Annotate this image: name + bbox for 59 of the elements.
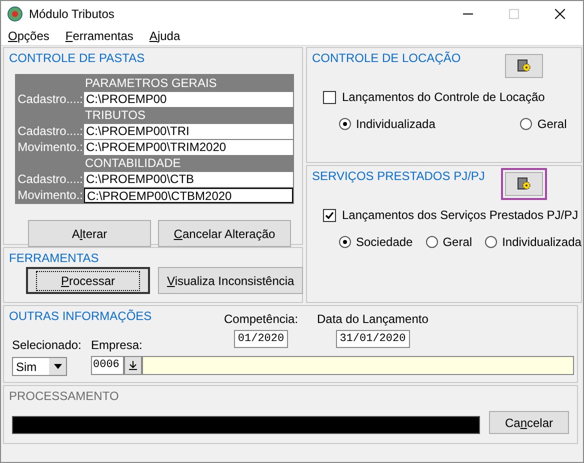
group-heading: PARAMETROS GERAIS — [84, 75, 218, 91]
menu-item[interactable]: Ajuda — [149, 26, 180, 44]
download-button[interactable] — [124, 356, 142, 375]
field-label: Movimento.: — [16, 187, 84, 203]
menu-item[interactable]: Ferramentas — [65, 26, 134, 44]
radio-button[interactable] — [339, 236, 351, 248]
path-field[interactable]: C:\PROEMP00\CTB — [84, 172, 293, 186]
close-icon — [555, 8, 565, 18]
radio-label: Geral — [537, 116, 567, 133]
cancel-button[interactable]: Cancelar — [489, 411, 569, 434]
checkbox[interactable] — [323, 90, 336, 104]
date-field[interactable]: 31/01/2020 — [336, 330, 410, 348]
section-title: FERRAMENTAS — [9, 250, 99, 267]
tool-action-button[interactable]: Visualiza Inconsistência — [158, 267, 304, 294]
section-title: SERVIÇOS PRESTADOS PJ/PJ — [312, 168, 485, 185]
date-field[interactable]: 01/2020 — [234, 330, 288, 348]
path-field[interactable]: C:\PROEMP00\TRIM2020 — [84, 140, 293, 154]
company-code-field[interactable]: 0006 — [91, 356, 124, 375]
app-icon — [7, 6, 23, 22]
field-label: Cadastro....: — [16, 123, 84, 139]
path-field[interactable]: C:\PROEMP00 — [84, 92, 293, 106]
menu-item[interactable]: Opções — [8, 26, 50, 44]
cancel-alter-button[interactable]: Cancelar Alteração — [158, 220, 291, 247]
section-title: OUTRAS INFORMAÇÕES — [9, 308, 152, 325]
window-title: Módulo Tributos — [29, 6, 114, 22]
radio-button[interactable] — [520, 118, 532, 130]
checkbox-label: Lançamentos do Controle de Locação — [342, 89, 545, 106]
radio-label: Individualizada — [356, 116, 436, 133]
field-label: Data do Lançamento — [317, 311, 428, 328]
page-gear-icon — [517, 59, 532, 73]
radio-button[interactable] — [339, 118, 351, 130]
radio-label: Geral — [442, 234, 472, 251]
radio-button[interactable] — [485, 236, 498, 248]
checkbox-label: Lançamentos dos Serviços Prestados PJ/PJ — [342, 207, 578, 224]
section-title: CONTROLE DE PASTAS — [9, 50, 145, 67]
field-label: Competência: — [224, 311, 298, 328]
field-label: Empresa: — [91, 337, 142, 354]
section-title: CONTROLE DE LOCAÇÃO — [312, 50, 461, 67]
tool-button[interactable] — [505, 54, 544, 78]
section-title: PROCESSAMENTO — [9, 388, 119, 405]
field-label: Cadastro....: — [16, 91, 84, 107]
dropdown[interactable]: Sim — [12, 357, 67, 376]
alter-button[interactable]: Alterar — [28, 220, 151, 247]
page-gear-icon — [517, 177, 532, 191]
group-heading: TRIBUTOS — [84, 107, 146, 123]
tool-action-button[interactable]: Processar — [26, 267, 150, 294]
field-label: Movimento.: — [16, 139, 84, 155]
group-heading: CONTABILIDADE — [84, 155, 182, 171]
path-field[interactable]: C:\PROEMP00\TRI — [84, 124, 293, 138]
field-label: Cadastro....: — [16, 171, 84, 187]
download-icon — [129, 361, 137, 370]
checkbox[interactable] — [323, 208, 336, 222]
dropdown-arrow-icon — [54, 364, 62, 369]
company-name-field[interactable] — [142, 356, 574, 375]
radio-label: Sociedade — [356, 234, 413, 251]
radio-label: Individualizada — [502, 234, 582, 251]
path-field[interactable]: C:\PROEMP00\CTBM2020 — [84, 188, 293, 202]
radio-button[interactable] — [426, 236, 438, 248]
field-label: Selecionado: — [12, 337, 82, 354]
